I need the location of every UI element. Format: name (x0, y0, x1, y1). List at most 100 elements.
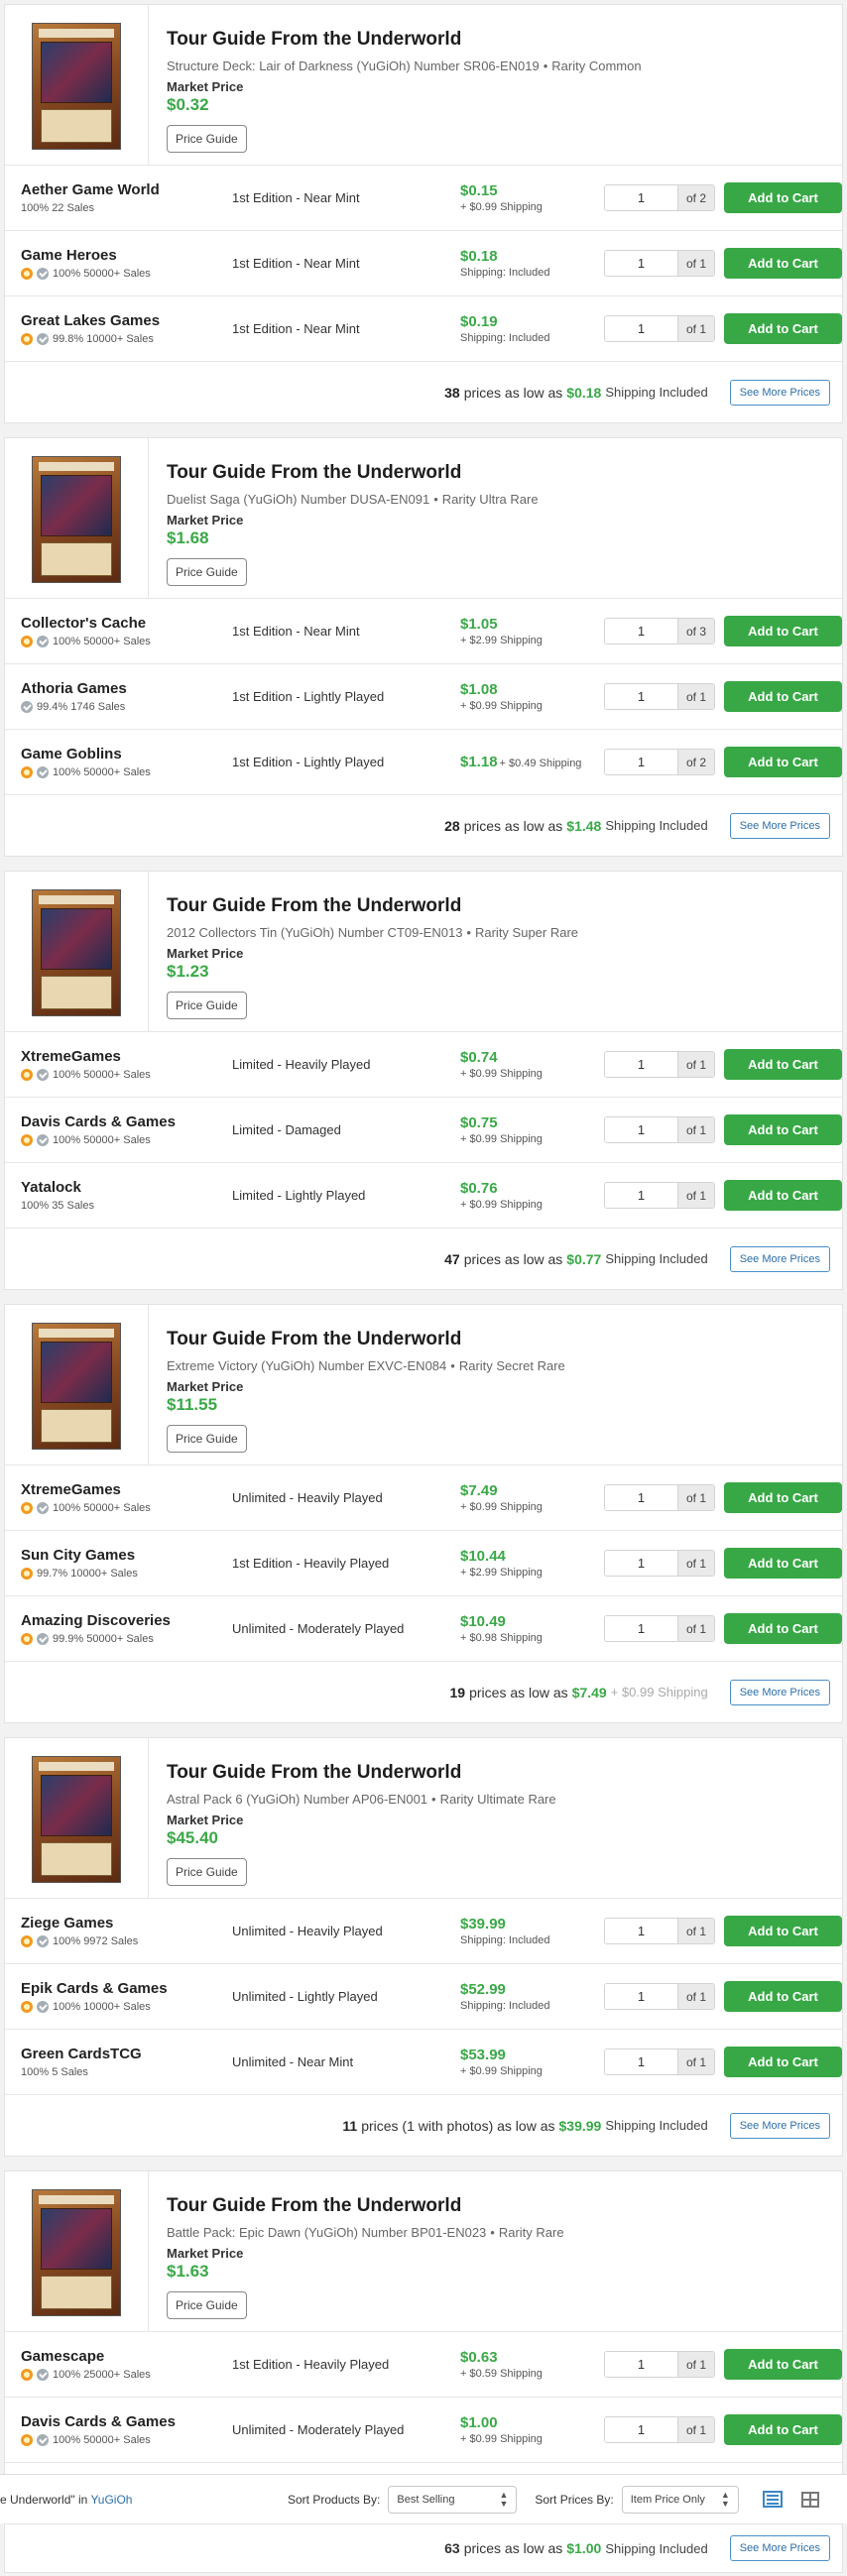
seller-name[interactable]: Great Lakes Games (21, 312, 232, 329)
quantity-input[interactable] (605, 2352, 677, 2377)
add-to-cart-button[interactable]: Add to Cart (724, 2047, 842, 2077)
price-guide-button[interactable]: Price Guide (167, 1858, 247, 1886)
product-footer: 19 prices as low as $7.49 + $0.99 Shipping S… (5, 1662, 842, 1722)
seller-name[interactable]: Yatalock (21, 1179, 232, 1196)
product-card-image[interactable] (32, 2189, 121, 2316)
product-title[interactable]: Tour Guide From the Underworld (167, 1329, 565, 1350)
add-to-cart-button[interactable]: Add to Cart (724, 182, 842, 213)
quantity-input[interactable] (605, 1052, 677, 1077)
add-to-cart-button[interactable]: Add to Cart (724, 616, 842, 646)
product-title[interactable]: Tour Guide From the Underworld (167, 895, 578, 917)
seller-name[interactable]: Ziege Games (21, 1915, 232, 1932)
listing-price: $0.19 (460, 313, 604, 330)
product-card-image[interactable] (32, 456, 121, 583)
add-to-cart-button[interactable]: Add to Cart (724, 248, 842, 279)
listing-price-cell: $0.74 + $0.99 Shipping (460, 1049, 604, 1080)
price-count: 47 (444, 1250, 460, 1267)
product-card-image[interactable] (32, 23, 121, 150)
product-title[interactable]: Tour Guide From the Underworld (167, 2195, 564, 2217)
seller-name[interactable]: Game Heroes (21, 247, 232, 264)
card-name-bar (39, 462, 114, 471)
card-name-bar (39, 1329, 114, 1338)
seller-name[interactable]: Game Goblins (21, 746, 232, 762)
add-to-cart-button[interactable]: Add to Cart (724, 747, 842, 777)
quantity-input[interactable] (605, 185, 677, 210)
product-card-image[interactable] (32, 1756, 121, 1883)
add-to-cart-button[interactable]: Add to Cart (724, 1548, 842, 1579)
seller-name[interactable]: Aether Game World (21, 181, 232, 198)
product-number: Number DUSA-EN091 (301, 492, 430, 507)
sort-prices-select[interactable]: Item Price Only ▲ ▼ (621, 2485, 739, 2514)
seller-name[interactable]: Gamescape (21, 2348, 232, 2365)
price-guide-button[interactable]: Price Guide (167, 125, 247, 153)
see-more-prices-button[interactable]: See More Prices (729, 2112, 830, 2139)
add-to-cart-button[interactable]: Add to Cart (724, 2349, 842, 2380)
product-header: Tour Guide From the Underworld 2012 Colle… (5, 872, 842, 1032)
seller-name[interactable]: Collector's Cache (21, 615, 232, 632)
add-to-cart-button[interactable]: Add to Cart (724, 1613, 842, 1644)
quantity-input[interactable] (605, 1117, 677, 1142)
quantity-input[interactable] (605, 2417, 677, 2442)
verified-seller-icon (37, 1633, 49, 1645)
product-title[interactable]: Tour Guide From the Underworld (167, 1762, 556, 1784)
price-guide-button[interactable]: Price Guide (167, 1425, 247, 1453)
listing-row: Game Goblins 100% 50000+ Sales 1st Edition… (5, 730, 842, 795)
seller-name[interactable]: Green CardsTCG (21, 2046, 232, 2062)
see-more-prices-button[interactable]: See More Prices (729, 2535, 830, 2561)
listing-row: Sun City Games 99.7% 10000+ Sales 1st Edit… (5, 1531, 842, 1596)
quantity-input[interactable] (605, 1616, 677, 1641)
see-more-prices-button[interactable]: See More Prices (729, 812, 830, 839)
product-meta: Duelist Saga (YuGiOh) Number DUSA-EN091 •… (167, 492, 539, 507)
product-title[interactable]: Tour Guide From the Underworld (167, 462, 539, 484)
see-more-prices-button[interactable]: See More Prices (729, 1245, 830, 1272)
sort-products-select[interactable]: Best Selling ▲ ▼ (388, 2485, 518, 2514)
search-category-link[interactable]: YuGiOh (90, 2493, 132, 2507)
product-card-image[interactable] (32, 1323, 121, 1450)
add-to-cart-button[interactable]: Add to Cart (724, 1916, 842, 1946)
see-more-prices-button[interactable]: See More Prices (729, 1679, 830, 1705)
grid-view-button[interactable] (798, 2489, 822, 2511)
price-guide-button[interactable]: Price Guide (167, 2291, 247, 2319)
quantity-input[interactable] (605, 1485, 677, 1510)
quantity-input[interactable] (605, 1551, 677, 1576)
add-to-cart-button[interactable]: Add to Cart (724, 1482, 842, 1513)
quantity-input[interactable] (605, 316, 677, 341)
add-to-cart-button[interactable]: Add to Cart (724, 1180, 842, 1211)
quantity-input[interactable] (605, 1183, 677, 1208)
seller-name[interactable]: Davis Cards & Games (21, 2413, 232, 2430)
add-to-cart-button[interactable]: Add to Cart (724, 313, 842, 344)
product-card-image[interactable] (32, 889, 121, 1016)
product-set: Structure Deck: Lair of Darkness (YuGiOh… (167, 59, 411, 73)
add-to-cart-button[interactable]: Add to Cart (724, 1114, 842, 1145)
product-title[interactable]: Tour Guide From the Underworld (167, 29, 642, 51)
quantity-input[interactable] (605, 750, 677, 774)
quantity-input[interactable] (605, 1984, 677, 2009)
quantity-input[interactable] (605, 2049, 677, 2074)
listing-shipping: + $2.99 Shipping (460, 1567, 543, 1579)
seller-name[interactable]: Amazing Discoveries (21, 1612, 232, 1629)
add-to-cart-button[interactable]: Add to Cart (724, 1981, 842, 2012)
seller-name[interactable]: Athoria Games (21, 680, 232, 697)
listing-price-value: $0.15 (460, 182, 498, 199)
seller-name[interactable]: Davis Cards & Games (21, 1113, 232, 1130)
quantity-input[interactable] (605, 619, 677, 644)
seller-name[interactable]: XtremeGames (21, 1048, 232, 1065)
add-to-cart-button[interactable]: Add to Cart (724, 681, 842, 712)
add-to-cart-button[interactable]: Add to Cart (724, 2414, 842, 2445)
list-view-button[interactable] (761, 2489, 785, 2511)
listing-price: $0.75 (460, 1114, 604, 1131)
seller-name[interactable]: Sun City Games (21, 1547, 232, 1564)
price-guide-button[interactable]: Price Guide (167, 992, 247, 1019)
product-number: Number AP06-EN001 (303, 1792, 428, 1807)
see-more-prices-button[interactable]: See More Prices (729, 379, 830, 406)
seller-stats: 100% 10000+ Sales (21, 2001, 232, 2013)
listing-row: Davis Cards & Games 100% 50000+ Sales Limi… (5, 1098, 842, 1163)
quantity-input[interactable] (605, 1919, 677, 1943)
add-to-cart-button[interactable]: Add to Cart (724, 1049, 842, 1080)
quantity-input[interactable] (605, 684, 677, 709)
quantity-input[interactable] (605, 251, 677, 276)
seller-name[interactable]: XtremeGames (21, 1481, 232, 1498)
seller-name[interactable]: Epik Cards & Games (21, 1980, 232, 1997)
price-guide-button[interactable]: Price Guide (167, 558, 247, 586)
shipping-note: Shipping Included (605, 818, 708, 833)
